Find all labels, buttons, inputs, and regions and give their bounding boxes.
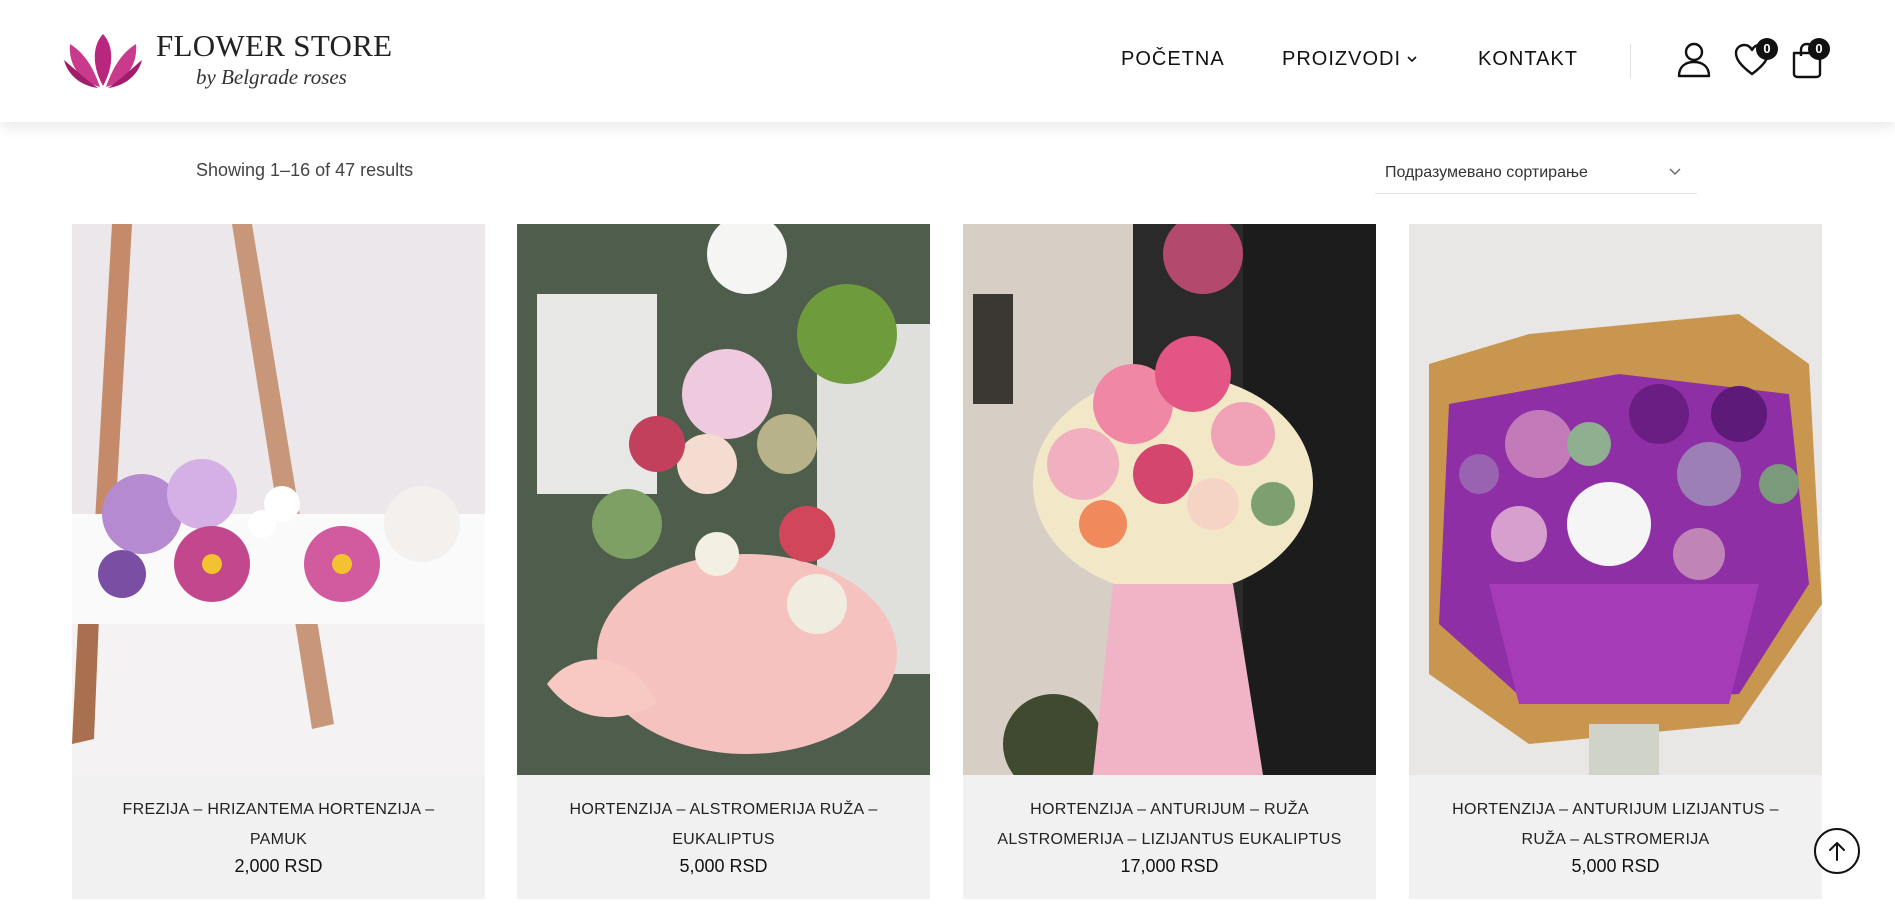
product-price: 2,000 RSD bbox=[234, 856, 323, 876]
chevron-down-icon bbox=[1669, 168, 1681, 175]
product-price: 5,000 RSD bbox=[1571, 856, 1660, 876]
nav-item-products-label: PROIZVODI bbox=[1282, 48, 1402, 70]
nav-item-products[interactable]: PROIZVODI bbox=[1282, 48, 1417, 71]
product-card[interactable]: HORTENZIJA – ANTURIJUM LIZIJANTUS – RUŽA… bbox=[1409, 224, 1822, 899]
lotus-logo-icon bbox=[64, 34, 142, 88]
product-name[interactable]: HORTENZIJA – ANTURIJUM LIZIJANTUS – RUŽA… bbox=[1429, 795, 1802, 855]
product-name[interactable]: HORTENZIJA – ALSTROMERIJA RUŽA – EUKALIP… bbox=[537, 795, 910, 855]
product-image[interactable] bbox=[517, 224, 930, 775]
product-name[interactable]: HORTENZIJA – ANTURIJUM – RUŽA ALSTROMERI… bbox=[983, 795, 1356, 855]
product-info: FREZIJA – HRIZANTEMA HORTENZIJA – PAMUK … bbox=[72, 795, 485, 877]
product-info: HORTENZIJA – ANTURIJUM LIZIJANTUS – RUŽA… bbox=[1409, 795, 1822, 877]
nav-divider bbox=[1630, 44, 1631, 78]
product-info: HORTENZIJA – ALSTROMERIJA RUŽA – EUKALIP… bbox=[517, 795, 930, 877]
brand-subtitle: by Belgrade roses bbox=[196, 65, 347, 89]
product-price: 5,000 RSD bbox=[679, 856, 768, 876]
arrow-up-icon bbox=[1829, 842, 1845, 861]
result-count: Showing 1–16 of 47 results bbox=[196, 160, 414, 180]
product-card[interactable]: HORTENZIJA – ANTURIJUM – RUŽA ALSTROMERI… bbox=[963, 224, 1376, 899]
scroll-to-top-button[interactable] bbox=[1814, 828, 1860, 874]
product-info: HORTENZIJA – ANTURIJUM – RUŽA ALSTROMERI… bbox=[963, 795, 1376, 877]
brand-title: FLOWER STORE bbox=[156, 28, 393, 63]
product-card[interactable]: HORTENZIJA – ALSTROMERIJA RUŽA – EUKALIP… bbox=[517, 224, 930, 899]
product-card[interactable]: FREZIJA – HRIZANTEMA HORTENZIJA – PAMUK … bbox=[72, 224, 485, 899]
account-button[interactable] bbox=[1677, 42, 1711, 78]
product-image[interactable] bbox=[963, 224, 1376, 775]
user-icon bbox=[1677, 42, 1711, 78]
sort-selected-value: Подразумевано сортирање bbox=[1385, 164, 1588, 181]
brand-logo[interactable]: FLOWER STORE by Belgrade roses bbox=[62, 28, 392, 92]
product-price: 17,000 RSD bbox=[1120, 856, 1219, 876]
chevron-down-icon bbox=[1407, 56, 1417, 63]
product-image[interactable] bbox=[72, 224, 485, 775]
product-image[interactable] bbox=[1409, 224, 1822, 775]
nav-item-home[interactable]: POČETNA bbox=[1121, 48, 1225, 71]
nav-item-contact[interactable]: KONTAKT bbox=[1478, 48, 1578, 71]
cart-count-badge: 0 bbox=[1808, 38, 1830, 60]
product-name[interactable]: FREZIJA – HRIZANTEMA HORTENZIJA – PAMUK bbox=[92, 795, 465, 855]
sort-select[interactable]: Подразумевано сортирање bbox=[1375, 156, 1697, 194]
wishlist-count-badge: 0 bbox=[1756, 38, 1778, 60]
site-header: FLOWER STORE by Belgrade roses POČETNA P… bbox=[0, 0, 1895, 122]
